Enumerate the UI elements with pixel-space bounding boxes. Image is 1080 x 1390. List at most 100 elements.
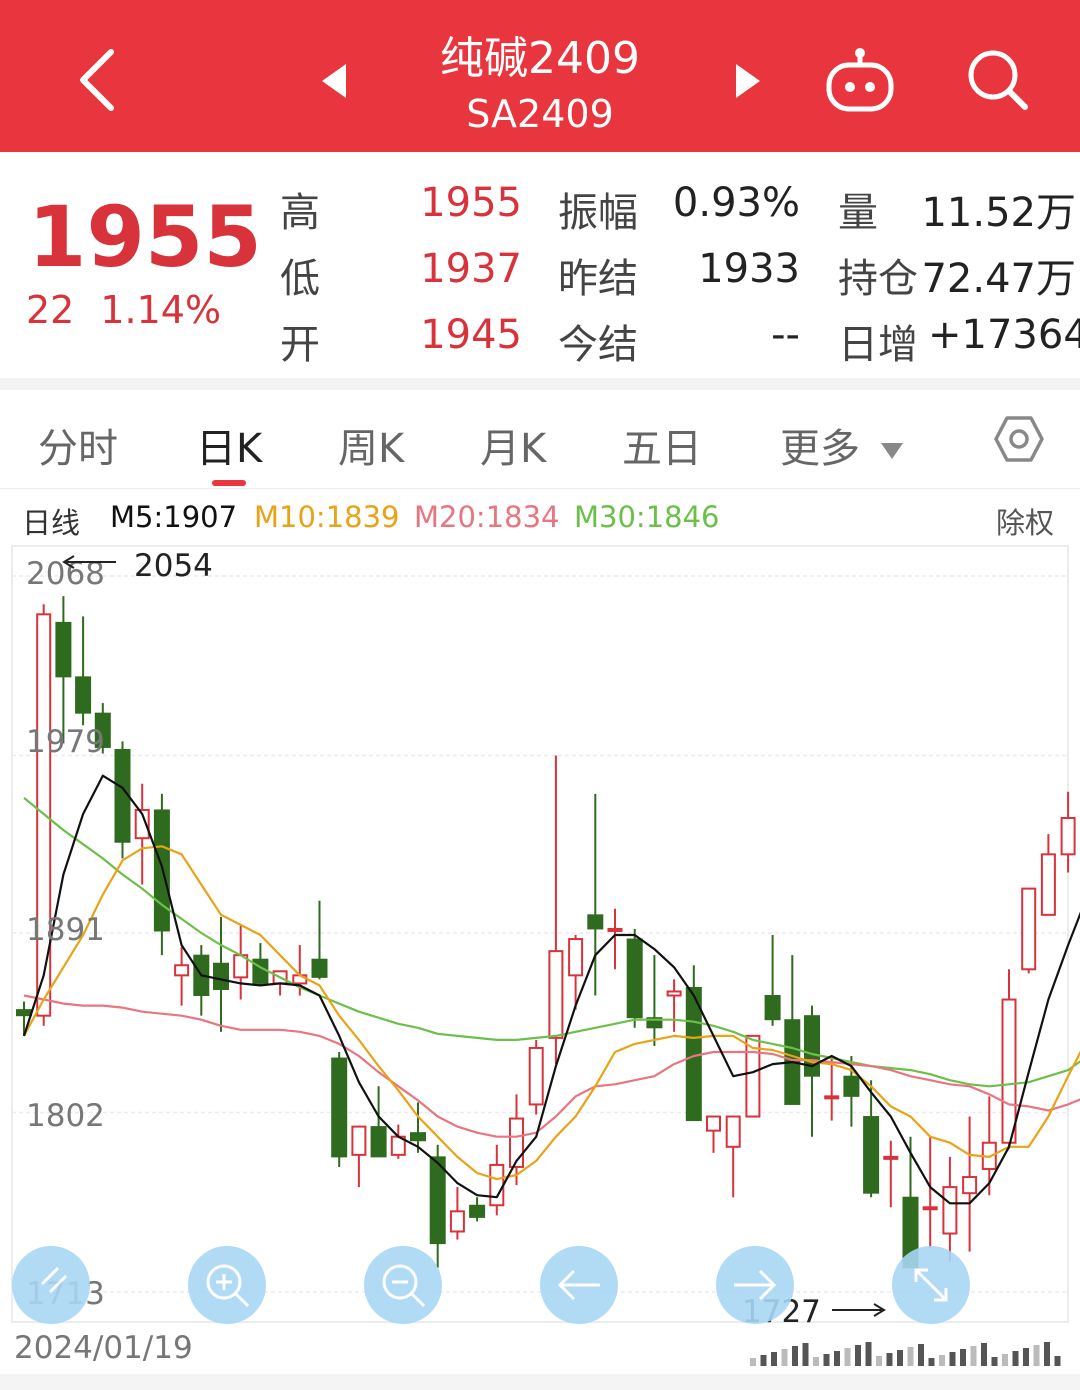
volume-bar (844, 1348, 851, 1366)
section-divider (0, 378, 1080, 390)
page-title: 纯碱2409 (440, 33, 640, 84)
next-contract-button[interactable] (722, 56, 772, 106)
volume-bar (771, 1352, 777, 1366)
tab-daily-k[interactable]: 日K (196, 416, 262, 474)
chart-settings-button[interactable] (994, 414, 1044, 464)
adjust-button[interactable]: 除权 (996, 500, 1054, 542)
fullscreen-button[interactable] (892, 1246, 970, 1324)
triangle-right-icon (736, 64, 760, 98)
candle-body-down (764, 995, 781, 1021)
tab-more-label: 更多 (780, 426, 860, 472)
volume-bar (939, 1355, 945, 1366)
candle-body-up (706, 1115, 721, 1132)
search-icon (968, 50, 1028, 110)
volume-bar (1023, 1348, 1029, 1366)
tab-five-day[interactable]: 五日 (622, 416, 702, 474)
volume-bar (855, 1345, 861, 1366)
candle-body-down (863, 1116, 880, 1194)
tab-intraday[interactable]: 分时 (38, 416, 118, 474)
x-axis-start-date: 2024/01/19 (14, 1330, 193, 1366)
candle-body-up (942, 1186, 958, 1235)
caret-down-icon (880, 443, 903, 459)
tab-divider (0, 488, 1080, 489)
bottom-divider (0, 1374, 1080, 1390)
candle-body-up (489, 1163, 505, 1207)
ma20-value: M20:1834 (414, 500, 560, 534)
volume-bar (823, 1354, 830, 1366)
zoom-out-icon (382, 1264, 426, 1308)
volume-value: 11.52万 (921, 190, 1076, 236)
volume-bar (865, 1342, 872, 1366)
arrow-right-icon (734, 1269, 777, 1301)
volume-bar (981, 1343, 987, 1366)
volume-bar (792, 1346, 798, 1366)
open-interest-label: 持仓 (838, 256, 918, 302)
volume-bar (781, 1349, 788, 1366)
last-price: 1955 (28, 188, 262, 286)
candle-body-up (568, 938, 584, 977)
candle-body-up (607, 927, 623, 932)
volume-bar (834, 1351, 840, 1366)
arrow-right-icon (832, 1303, 886, 1317)
candle-body-up (922, 1206, 938, 1211)
volume-bar (876, 1356, 882, 1366)
app-header: 纯碱2409 SA2409 (0, 0, 1080, 152)
candle-body-down (469, 1204, 486, 1218)
candle-body-up (1060, 817, 1076, 856)
volume-bar (949, 1352, 956, 1366)
amplitude-value: 0.93% (672, 180, 800, 226)
m30-line (23, 797, 1080, 1088)
volume-bar (750, 1358, 756, 1366)
today-settle-label: 今结 (558, 322, 638, 368)
candle-body-down (55, 621, 72, 678)
candle-body-down (311, 958, 328, 978)
candle-body-up (1001, 998, 1017, 1144)
robot-assistant-button[interactable] (820, 40, 900, 120)
arrow-left-icon (62, 555, 116, 569)
daily-increase-value: +17364 (928, 312, 1080, 358)
high-label: 高 (280, 190, 320, 236)
zoom-out-button[interactable] (364, 1246, 442, 1324)
robot-icon (826, 48, 894, 112)
today-settle-value: -- (771, 312, 800, 358)
candle-body-up (1021, 887, 1037, 971)
scroll-far-left-button[interactable] (12, 1246, 90, 1324)
period-label: 日线 (22, 506, 81, 540)
candle-body-down (370, 1126, 387, 1158)
change-percent: 1.14% (100, 288, 222, 332)
candle-body-up (883, 1155, 899, 1160)
search-button[interactable] (958, 40, 1038, 120)
daily-increase-label: 日增 (838, 322, 918, 368)
high-value: 1955 (420, 180, 522, 226)
y-tick-label: 1891 (26, 912, 105, 948)
scroll-left-button[interactable] (540, 1246, 618, 1324)
open-interest-value: 72.47万 (921, 256, 1076, 302)
candle-body-down (16, 1009, 32, 1017)
hexagon-settings-icon (994, 416, 1044, 462)
candle-body-down (331, 1057, 348, 1158)
volume-bar (1033, 1345, 1040, 1366)
zoom-in-icon (206, 1264, 250, 1308)
zoom-in-button[interactable] (188, 1246, 266, 1324)
arrow-left-icon (557, 1269, 600, 1301)
volume-bar (970, 1346, 977, 1366)
volume-bar (1002, 1354, 1008, 1366)
candle-body-down (626, 938, 643, 1019)
tab-weekly-k[interactable]: 周K (338, 416, 404, 474)
volume-bar (1012, 1351, 1019, 1366)
kline-chart[interactable] (0, 540, 1080, 1330)
price-change: 22 1.14% (26, 288, 247, 332)
volume-label: 量 (838, 190, 878, 236)
candle-body-down (213, 962, 229, 990)
volume-bar (928, 1358, 935, 1366)
tab-monthly-k[interactable]: 月K (480, 416, 546, 474)
candle-body-up (666, 990, 682, 997)
tab-more[interactable]: 更多 (780, 416, 903, 474)
candle-body-down (587, 914, 604, 930)
scroll-right-button[interactable] (716, 1246, 794, 1324)
prev-settle-label: 昨结 (558, 256, 638, 302)
candle-body-up (725, 1115, 741, 1148)
volume-bar (886, 1353, 893, 1366)
candle-body-up (528, 1046, 544, 1106)
candle-body-up (1040, 853, 1056, 916)
